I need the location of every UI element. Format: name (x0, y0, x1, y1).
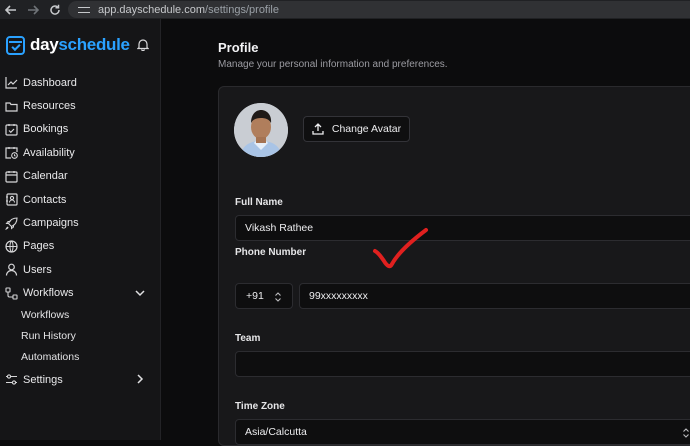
folder-icon (5, 100, 18, 113)
upload-icon (312, 123, 324, 135)
calendar-check-logo-icon (6, 35, 25, 55)
sidebar-item-pages[interactable]: Pages (0, 235, 160, 258)
sidebar-item-label: Contacts (23, 193, 67, 206)
checkmark-annotation-icon (373, 228, 428, 269)
sidebar-item-availability[interactable]: Availability (0, 141, 160, 164)
page-title: Profile (218, 40, 259, 55)
browser-toolbar: app.dayschedule.com/settings/profile (0, 0, 690, 19)
change-avatar-label: Change Avatar (331, 123, 402, 135)
sidebar-item-users[interactable]: Users (0, 258, 160, 281)
workflow-icon (5, 287, 18, 300)
sidebar: day schedule Dashboard Resources Bookings… (0, 19, 161, 440)
url-path: /settings/profile (205, 3, 279, 16)
sidebar-item-settings[interactable]: Settings (0, 368, 160, 391)
sidebar-subitem-automations[interactable]: Automations (0, 347, 160, 368)
sidebar-item-campaigns[interactable]: Campaigns (0, 211, 160, 234)
sidebar-subitem-workflows[interactable]: Workflows (0, 305, 160, 326)
brand-name-part1: day (30, 35, 59, 54)
url-host: app.dayschedule.com (98, 3, 206, 16)
address-bar[interactable]: app.dayschedule.com/settings/profile (68, 1, 690, 18)
country-code-select[interactable]: +91 (235, 283, 293, 309)
rocket-icon (5, 216, 18, 230)
calendar-check-icon (5, 123, 18, 136)
time-zone-select[interactable]: Asia/Calcutta (235, 419, 690, 445)
sidebar-item-label: Calendar (23, 170, 68, 183)
calendar-clock-icon (5, 146, 18, 160)
change-avatar-button[interactable]: Change Avatar (303, 116, 410, 142)
chevron-up-down-icon (682, 427, 690, 439)
sidebar-item-label: Settings (23, 373, 63, 386)
page-subtitle: Manage your personal information and pre… (218, 59, 448, 70)
site-settings-icon[interactable] (78, 5, 90, 15)
profile-card: Change Avatar Full Name Vikash Rathee Ph… (218, 86, 690, 446)
sidebar-item-dashboard[interactable]: Dashboard (0, 71, 160, 94)
team-label: Team (235, 333, 261, 344)
globe-icon (5, 240, 18, 253)
reload-button[interactable] (44, 0, 66, 19)
phone-number-field[interactable]: 99xxxxxxxxx (299, 283, 690, 309)
brand-name-part2: schedule (58, 35, 130, 54)
phone-number-label: Phone Number (235, 247, 307, 258)
sidebar-item-label: Dashboard (23, 76, 77, 89)
contact-card-icon (5, 193, 18, 206)
user-icon (5, 263, 18, 276)
sidebar-item-label: Campaigns (23, 217, 79, 230)
sidebar-item-workflows[interactable]: Workflows (0, 282, 160, 305)
sidebar-item-label: Users (23, 263, 52, 276)
sidebar-item-label: Resources (23, 100, 76, 113)
bell-icon[interactable] (137, 38, 149, 51)
sliders-icon (5, 373, 18, 386)
sidebar-item-contacts[interactable]: Contacts (0, 188, 160, 211)
chevron-down-icon[interactable] (134, 287, 146, 299)
team-field[interactable] (235, 351, 690, 377)
chevron-up-down-icon (274, 291, 282, 303)
back-button[interactable] (0, 0, 22, 19)
sidebar-item-bookings[interactable]: Bookings (0, 118, 160, 141)
sidebar-item-label: Workflows (23, 287, 74, 300)
sidebar-item-resources[interactable]: Resources (0, 94, 160, 117)
full-name-label: Full Name (235, 197, 283, 208)
time-zone-label: Time Zone (235, 401, 285, 412)
forward-button[interactable] (22, 0, 44, 19)
sidebar-item-label: Pages (23, 240, 55, 253)
avatar (234, 103, 288, 157)
full-name-field[interactable]: Vikash Rathee (235, 215, 690, 241)
country-code-value: +91 (246, 290, 264, 302)
sidebar-menu: Dashboard Resources Bookings Availabilit… (0, 71, 160, 391)
brand-logo[interactable]: day schedule (6, 34, 130, 56)
sidebar-item-label: Bookings (23, 123, 69, 136)
sidebar-item-calendar[interactable]: Calendar (0, 165, 160, 188)
calendar-icon (5, 170, 18, 183)
time-zone-value: Asia/Calcutta (245, 426, 307, 438)
sidebar-item-label: Availability (23, 146, 75, 159)
chevron-right-icon[interactable] (134, 373, 146, 385)
sidebar-subitem-run-history[interactable]: Run History (0, 326, 160, 347)
chart-line-icon (5, 76, 18, 89)
